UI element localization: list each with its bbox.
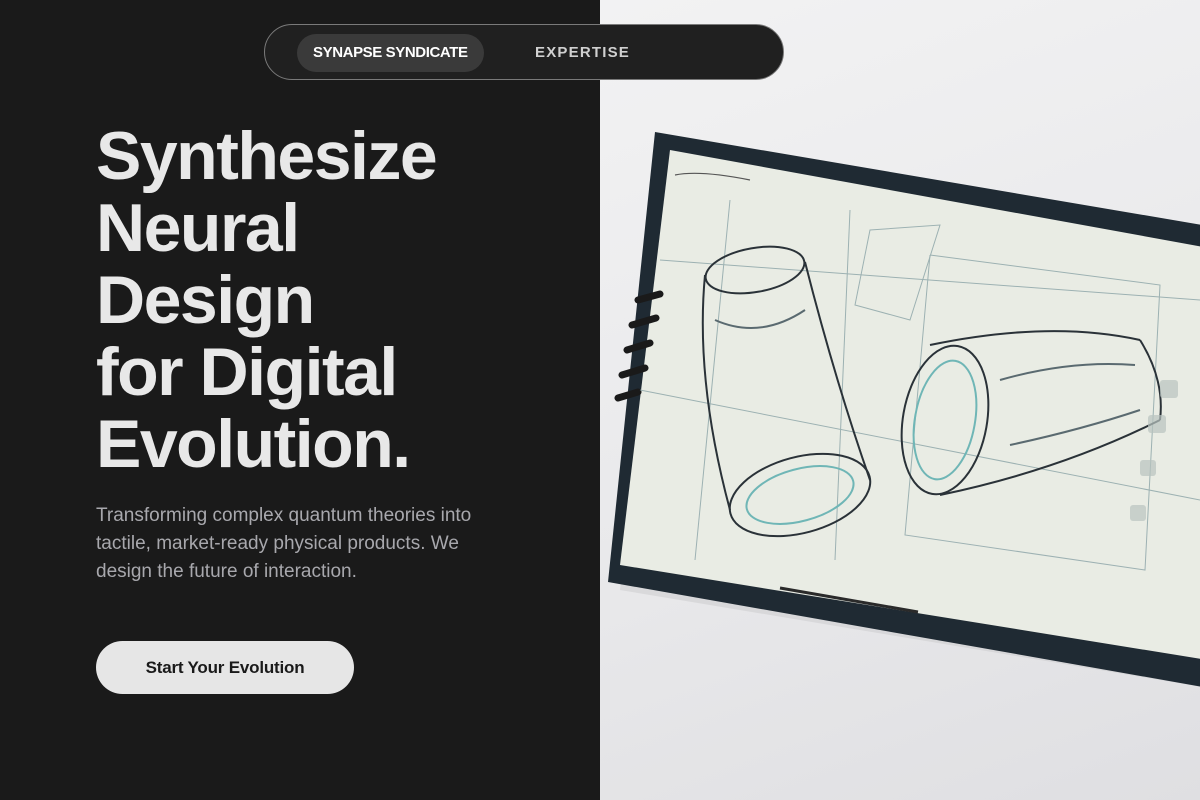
hero-section: Synthesize Neural Design for Digital Evo… — [0, 0, 600, 800]
top-nav: SYNAPSE SYNDICATE EXPERTISE — [264, 24, 784, 80]
tablet-sketch-image — [608, 132, 1200, 687]
headline-line-2: Neural — [96, 190, 300, 266]
brand-logo[interactable]: SYNAPSE SYNDICATE — [297, 34, 484, 72]
headline-line-3: Design — [96, 262, 315, 338]
nav-link-expertise[interactable]: EXPERTISE — [535, 34, 630, 72]
hero-subtext: Transforming complex quantum theories in… — [96, 505, 472, 582]
hero-image — [600, 0, 1200, 800]
headline-line-5: Evolution. — [96, 406, 411, 482]
hero-headline: Synthesize Neural Design for Digital Evo… — [96, 120, 576, 480]
headline-line-4: for Digital — [96, 334, 398, 410]
landing-page: Synthesize Neural Design for Digital Evo… — [0, 0, 1200, 800]
start-evolution-button[interactable]: Start Your Evolution — [96, 641, 354, 694]
headline-line-1: Synthesize — [96, 118, 438, 194]
